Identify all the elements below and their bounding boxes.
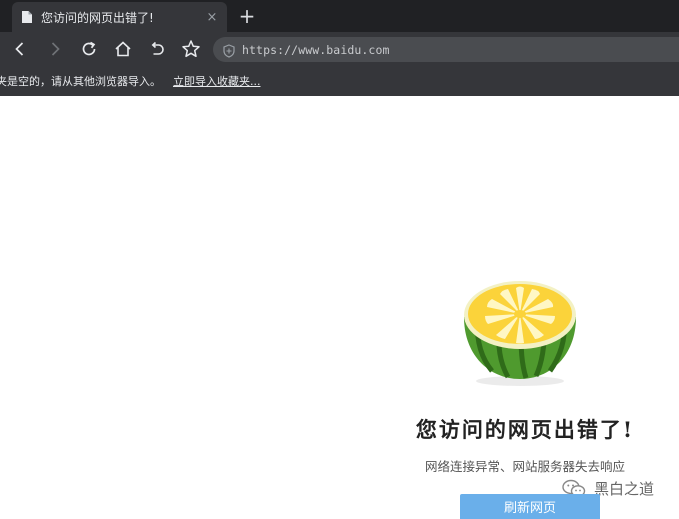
error-title: 您访问的网页出错了! [415, 417, 635, 442]
reload-icon[interactable] [77, 37, 101, 61]
new-tab-button[interactable]: + [236, 5, 258, 27]
watermelon-icon [460, 271, 580, 389]
page-content: 您访问的网页出错了! 网络连接异常、网站服务器失去响应 黑白之道 刷新网页 [0, 96, 679, 519]
home-icon[interactable] [111, 37, 135, 61]
tab-strip: 您访问的网页出错了! × + [0, 0, 679, 32]
star-icon[interactable] [179, 37, 203, 61]
back-icon[interactable] [8, 37, 32, 61]
bookmarks-empty-message: 夹是空的，请从其他浏览器导入。 [0, 75, 161, 88]
address-bar[interactable]: https://www.baidu.com [213, 37, 679, 62]
close-icon[interactable]: × [205, 10, 219, 25]
refresh-button[interactable]: 刷新网页 [460, 494, 600, 519]
error-subtitle: 网络连接异常、网站服务器失去响应 [424, 459, 625, 474]
watermark-text: 黑白之道 [594, 480, 655, 498]
page-icon [22, 11, 32, 23]
tab-title: 您访问的网页出错了! [41, 10, 154, 25]
toolbar: https://www.baidu.com [0, 32, 679, 66]
shield-icon [222, 43, 236, 58]
url-text: https://www.baidu.com [242, 42, 390, 57]
import-bookmarks-link[interactable]: 立即导入收藏夹... [173, 73, 261, 89]
tab-active[interactable]: 您访问的网页出错了! × [12, 2, 227, 32]
forward-icon[interactable] [43, 37, 67, 61]
undo-icon[interactable] [145, 37, 169, 61]
bookmarks-bar: 夹是空的，请从其他浏览器导入。 立即导入收藏夹... [0, 66, 679, 96]
